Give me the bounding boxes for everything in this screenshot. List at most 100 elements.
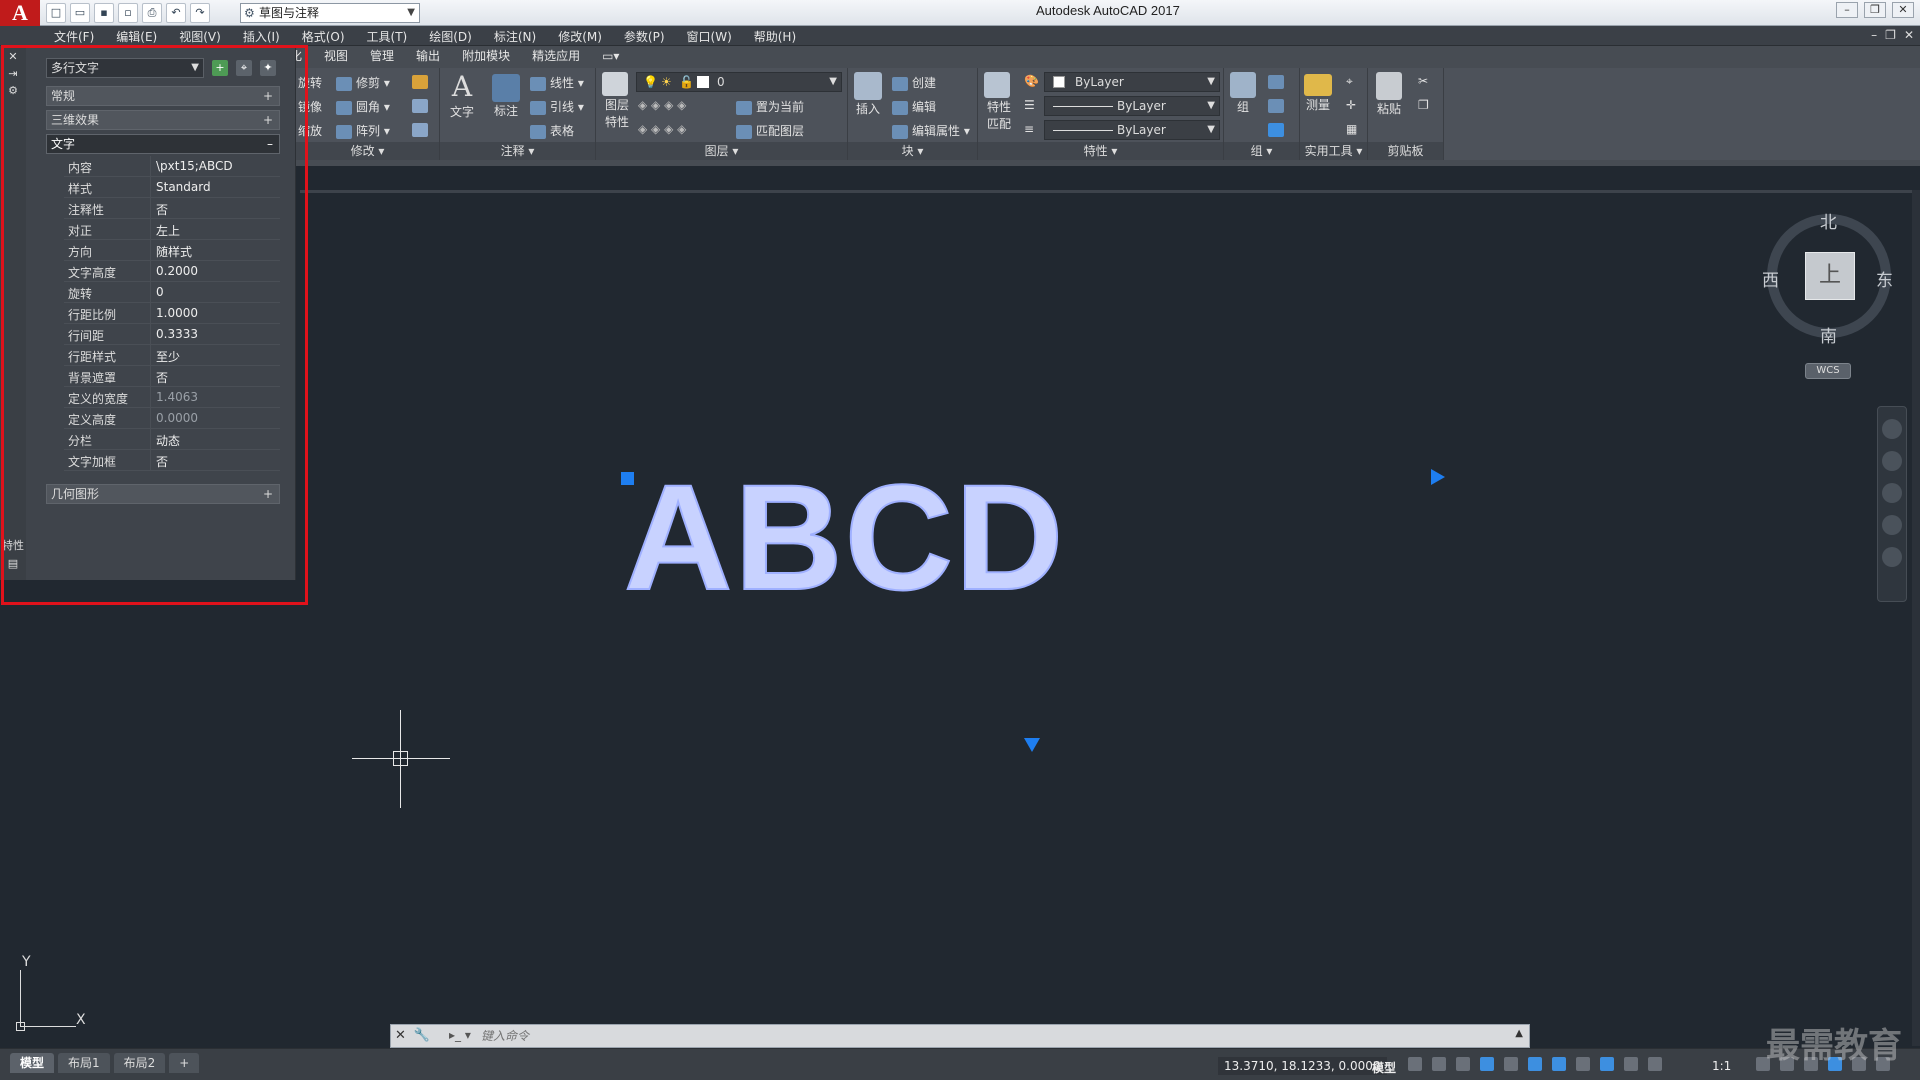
orbit-icon[interactable]	[1882, 515, 1902, 535]
section-text[interactable]: 文字 –	[46, 134, 280, 154]
doc-restore-button[interactable]: ❐	[1885, 28, 1896, 42]
section-geometry[interactable]: 几何图形 +	[46, 484, 280, 504]
undo-icon[interactable]: ↶	[166, 3, 186, 23]
layer-properties-button[interactable]: 图层特性	[602, 72, 632, 130]
tab-view[interactable]: 视图	[324, 46, 348, 66]
annotation-scale[interactable]: 1:1	[1712, 1059, 1731, 1073]
layer-tools-row1[interactable]: ◈ ◈ ◈ ◈	[638, 98, 686, 112]
section-general[interactable]: 常规 +	[46, 86, 280, 106]
command-input[interactable]	[481, 1027, 1481, 1045]
model-space-button[interactable]: 模型	[1372, 1059, 1396, 1076]
trim-button[interactable]: 修剪 ▾	[336, 74, 390, 91]
menu-modify[interactable]: 修改(M)	[558, 28, 602, 45]
tab-model[interactable]: 模型	[10, 1053, 55, 1073]
autohide-icon[interactable]: ⇥	[0, 67, 26, 80]
steering-wheel-icon[interactable]	[1882, 419, 1902, 439]
linetype-select[interactable]: ByLayer ▼	[1044, 96, 1220, 116]
menu-tools[interactable]: 工具(T)	[367, 28, 408, 45]
quick-select-icon[interactable]: ✦	[260, 60, 276, 76]
paste-button[interactable]: 粘贴	[1376, 72, 1402, 117]
showmotion-icon[interactable]	[1882, 547, 1902, 567]
zoom-icon[interactable]	[1882, 483, 1902, 503]
chevron-up-icon[interactable]: ▲	[1515, 1028, 1523, 1039]
property-value[interactable]: 0	[156, 285, 164, 299]
mtext-object[interactable]: ABCD	[623, 461, 1065, 613]
lineweight-display-icon[interactable]	[1576, 1057, 1590, 1071]
property-row[interactable]: 注释性 否	[64, 198, 280, 219]
viewcube-east[interactable]: 东	[1876, 266, 1893, 291]
mtext-height-grip[interactable]	[1024, 738, 1040, 752]
viewcube-south[interactable]: 南	[1820, 322, 1837, 347]
object-snap-tracking-icon[interactable]	[1528, 1057, 1542, 1071]
isodraft-icon[interactable]	[1504, 1057, 1518, 1071]
fillet-button[interactable]: 圆角 ▾	[336, 98, 390, 115]
ungroup-icon[interactable]	[1268, 74, 1288, 89]
property-row[interactable]: 文字高度 0.2000	[64, 261, 280, 282]
id-point-icon[interactable]: ⌖	[1346, 74, 1353, 89]
tab-output[interactable]: 输出	[416, 46, 440, 66]
property-row[interactable]: 文字加框 否	[64, 450, 280, 471]
erase-icon[interactable]	[412, 98, 432, 113]
layer-select[interactable]: 💡 ☀ 🔓 0 ▼	[636, 72, 842, 92]
menu-help[interactable]: 帮助(H)	[754, 28, 796, 45]
viewcube-top-face[interactable]: 上	[1805, 252, 1855, 300]
table-button[interactable]: 表格	[530, 122, 574, 139]
menu-draw[interactable]: 绘图(D)	[429, 28, 472, 45]
property-value[interactable]: 左上	[156, 222, 180, 239]
grid-icon[interactable]	[1408, 1057, 1422, 1071]
set-current-button[interactable]: 置为当前	[736, 98, 804, 115]
property-value[interactable]: 1.4063	[156, 390, 198, 404]
close-icon[interactable]: ✕	[0, 50, 26, 63]
menu-file[interactable]: 文件(F)	[54, 28, 94, 45]
print-icon[interactable]: ⎙	[142, 3, 162, 23]
rotate-button[interactable]: 旋转	[298, 74, 322, 91]
dimension-button[interactable]: 标注	[492, 74, 520, 119]
ribbon-toggle-icon[interactable]: ▭▾	[602, 46, 619, 66]
viewcube-west[interactable]: 西	[1762, 266, 1779, 291]
property-row[interactable]: 分栏 动态	[64, 429, 280, 450]
snap-icon[interactable]	[1432, 1057, 1446, 1071]
property-row[interactable]: 对正 左上	[64, 219, 280, 240]
property-row[interactable]: 旋转 0	[64, 282, 280, 303]
panel-block-title[interactable]: 块 ▾	[848, 142, 977, 160]
menu-format[interactable]: 格式(O)	[302, 28, 345, 45]
tab-featured-apps[interactable]: 精选应用	[532, 46, 580, 66]
menu-dimension[interactable]: 标注(N)	[494, 28, 536, 45]
recent-commands-icon[interactable]: ▸_ ▾	[449, 1028, 471, 1042]
menu-edit[interactable]: 编辑(E)	[116, 28, 157, 45]
calculator-icon[interactable]: ▦	[1346, 122, 1357, 136]
open-icon[interactable]: ▭	[70, 3, 90, 23]
property-value[interactable]: 动态	[156, 432, 180, 449]
add-layout-button[interactable]: +	[169, 1053, 200, 1073]
menu-window[interactable]: 窗口(W)	[687, 28, 732, 45]
insert-button[interactable]: 插入	[854, 72, 882, 117]
save-as-icon[interactable]: ▫	[118, 3, 138, 23]
doc-close-button[interactable]: ✕	[1904, 28, 1914, 42]
object-type-select[interactable]: 多行文字 ▼	[46, 58, 204, 78]
measure-button[interactable]: 测量	[1304, 74, 1332, 113]
property-row[interactable]: 定义的宽度 1.4063	[64, 387, 280, 408]
panel-clipboard-title[interactable]: 剪贴板	[1368, 142, 1443, 160]
scale-button[interactable]: 缩放	[298, 122, 322, 139]
new-icon[interactable]: □	[46, 3, 66, 23]
match-layer-button[interactable]: 匹配图层	[736, 122, 804, 139]
panel-properties-title[interactable]: 特性 ▾	[978, 142, 1223, 160]
panel-utilities-title[interactable]: 实用工具 ▾	[1300, 142, 1367, 160]
panel-groups-title[interactable]: 组 ▾	[1224, 142, 1299, 160]
linear-dim-button[interactable]: 线性 ▾	[530, 74, 584, 91]
panel-annotation-title[interactable]: 注释 ▾	[440, 142, 595, 160]
pan-icon[interactable]	[1882, 451, 1902, 471]
coordinate-readout[interactable]: 13.3710, 18.1233, 0.0000	[1218, 1057, 1387, 1075]
property-row[interactable]: 行距样式 至少	[64, 345, 280, 366]
create-block-button[interactable]: 创建	[892, 74, 936, 91]
property-value[interactable]: 否	[156, 201, 168, 218]
edit-attributes-button[interactable]: 编辑属性 ▾	[892, 122, 970, 139]
mirror-button[interactable]: 镜像	[298, 98, 322, 115]
match-properties-button[interactable]: 特性匹配	[984, 72, 1014, 132]
save-icon[interactable]: ▪	[94, 3, 114, 23]
close-icon[interactable]: ✕	[395, 1028, 406, 1043]
section-3d-effects[interactable]: 三维效果 +	[46, 110, 280, 130]
property-row[interactable]: 行距比例 1.0000	[64, 303, 280, 324]
annotation-visibility-icon[interactable]	[1600, 1057, 1614, 1071]
group-edit-icon[interactable]	[1268, 98, 1288, 113]
